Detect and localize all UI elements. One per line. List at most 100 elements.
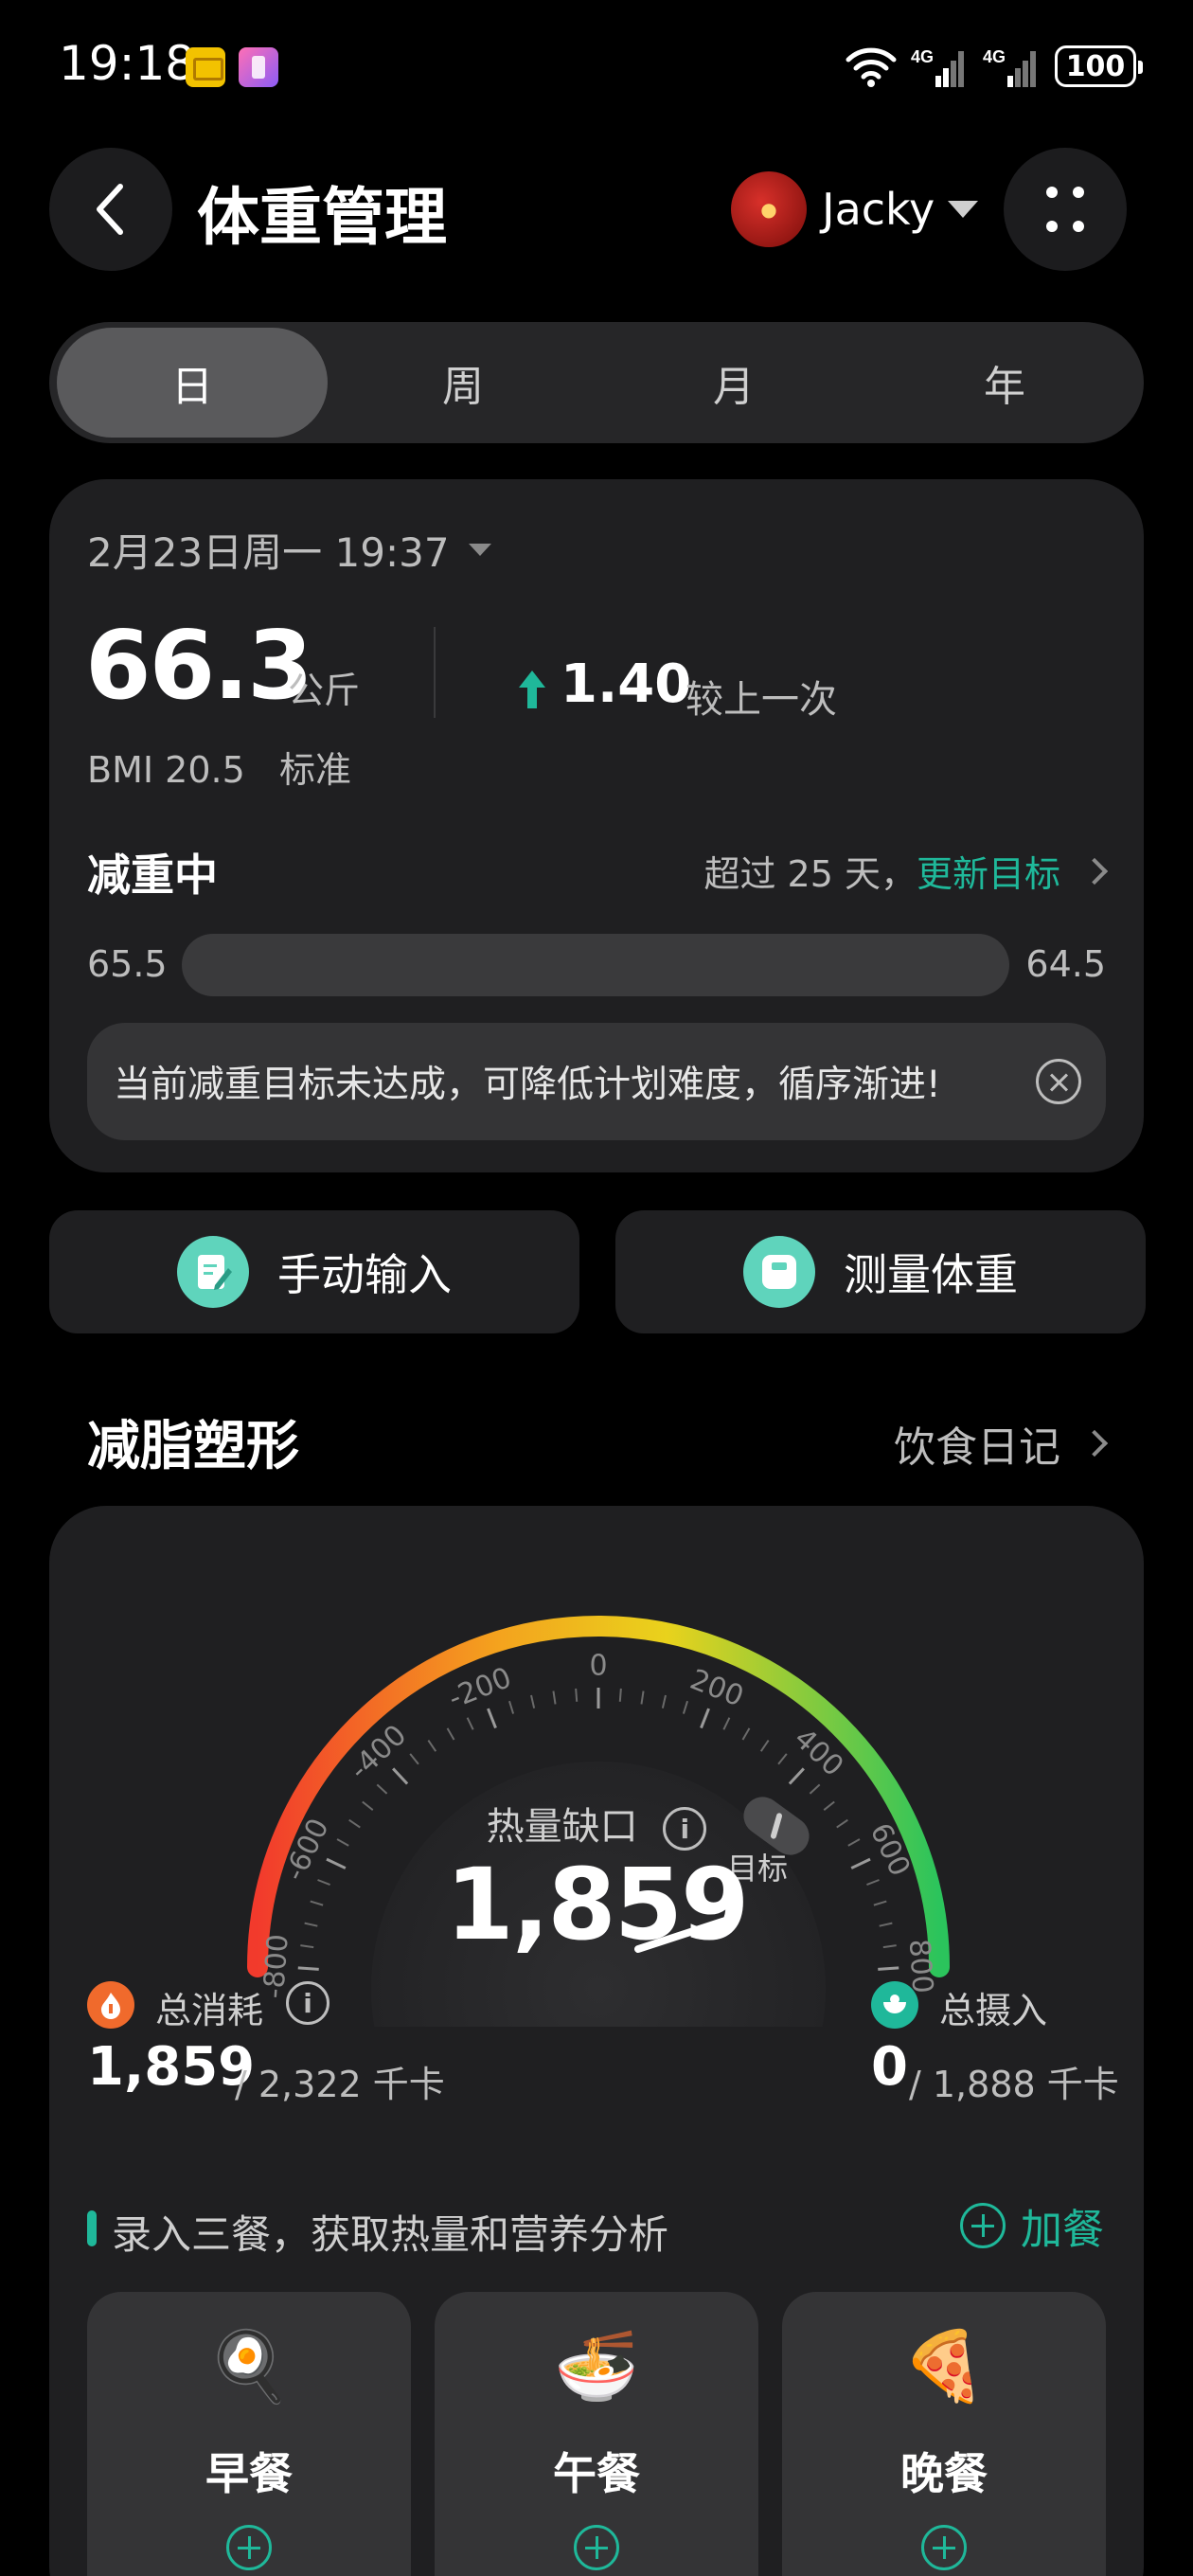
date-selector[interactable]: 2月23日周一 19:37	[87, 521, 491, 579]
total-burn-value: 1,859	[87, 2036, 256, 2098]
date-text: 2月23日周一 19:37	[87, 529, 450, 576]
gauge-tick	[446, 1727, 455, 1741]
avatar-logo: ●	[760, 198, 777, 221]
bmi-value: BMI 20.5	[87, 749, 245, 791]
bmi-status: 标准	[279, 749, 352, 791]
gauge-tick	[640, 1690, 645, 1705]
app-notification-icon	[239, 47, 278, 87]
back-button[interactable]	[49, 148, 172, 271]
plus-circle-icon[interactable]	[921, 2525, 967, 2570]
gauge-tick	[530, 1694, 536, 1708]
meal-label: 早餐	[205, 2448, 293, 2499]
gauge-tick	[409, 1753, 419, 1765]
tab-week[interactable]: 周	[328, 328, 598, 438]
page-title: 体重管理	[197, 181, 447, 254]
meal-label: 晚餐	[900, 2448, 988, 2499]
weight-card: 2月23日周一 19:37 66.3 公斤 1.40 较上一次 BMI 20.5…	[49, 479, 1144, 1172]
total-burn-target: / 2,322 千卡	[235, 2064, 445, 2105]
measure-weight-button[interactable]: 测量体重	[615, 1210, 1146, 1333]
plus-circle-icon	[960, 2203, 1006, 2248]
gauge-tick	[741, 1727, 751, 1741]
tip-text: 当前减重目标未达成，可降低计划难度，循序渐进!	[114, 1064, 941, 1106]
bmi-text: BMI 20.5 标准	[87, 741, 351, 793]
close-icon[interactable]	[1036, 1059, 1081, 1104]
tab-day[interactable]: 日	[57, 328, 328, 438]
meal-hint: 录入三餐，获取热量和营养分析	[112, 2211, 669, 2258]
gauge-tick	[487, 1708, 497, 1729]
goal-progress-bar	[182, 934, 1009, 996]
avatar: ●	[731, 171, 807, 247]
gauge-tick	[392, 1767, 409, 1785]
section-title: 减脂塑形	[87, 1416, 299, 1477]
more-options-button[interactable]	[1004, 148, 1127, 271]
info-icon[interactable]: i	[286, 1981, 329, 2025]
tab-month[interactable]: 月	[598, 328, 869, 438]
manual-input-label: 手动输入	[277, 1249, 452, 1300]
chevron-left-icon	[97, 184, 123, 235]
plus-circle-icon[interactable]	[574, 2525, 619, 2570]
gauge-tick	[297, 1966, 319, 1971]
accent-bar	[87, 2210, 97, 2246]
scale-icon	[743, 1236, 815, 1308]
gauge-tick	[682, 1700, 688, 1714]
calorie-gap-label-row: 热量缺口 i	[49, 1796, 1144, 1851]
range-end: 64.5	[1025, 943, 1106, 985]
chevron-right-icon	[1080, 1429, 1109, 1458]
noodle-bowl-icon: 🍜	[554, 2326, 639, 2406]
chevron-right-icon	[1080, 857, 1109, 885]
gauge-tick	[722, 1717, 731, 1730]
dots-grid-icon	[1046, 187, 1084, 232]
battery-icon: 100	[1055, 45, 1143, 87]
gauge-tick	[759, 1740, 770, 1752]
gauge-tick	[788, 1767, 805, 1785]
signal-label: 4G	[911, 47, 934, 66]
plus-circle-icon[interactable]	[226, 2525, 272, 2570]
gauge-tick	[618, 1688, 622, 1702]
diet-diary-label: 饮食日记	[894, 1423, 1060, 1472]
total-intake-value: 0	[871, 2036, 908, 2098]
info-icon[interactable]: i	[663, 1807, 707, 1851]
status-bar: 19:18 4G 4G 100	[0, 0, 1193, 133]
range-start: 65.5	[87, 943, 168, 985]
calorie-gap-label: 热量缺口	[486, 1805, 638, 1849]
gauge-tick	[466, 1717, 474, 1730]
weight-status: 减重中	[87, 850, 218, 901]
arrow-up-icon	[519, 671, 545, 708]
gauge-tick-label: 200	[686, 1663, 748, 1714]
period-tabs: 日 周 月 年	[49, 322, 1144, 443]
add-snack-button[interactable]: 加餐	[960, 2195, 1104, 2256]
gauge-tick-label: 0	[589, 1650, 607, 1683]
flame-icon	[87, 1981, 134, 2029]
meal-card-breakfast[interactable]: 🍳 早餐	[87, 2292, 411, 2576]
gauge-tick	[427, 1740, 437, 1752]
meal-card-dinner[interactable]: 🍕 晚餐	[782, 2292, 1106, 2576]
diet-diary-link[interactable]: 饮食日记	[894, 1413, 1109, 1474]
tab-year[interactable]: 年	[869, 328, 1140, 438]
mail-notification-icon	[186, 47, 225, 87]
status-time: 19:18	[59, 36, 196, 91]
bowl-icon	[871, 1981, 918, 2029]
cellular-signal-icon: 4G	[911, 47, 964, 87]
weight-value: 66.3	[85, 610, 313, 721]
tip-banner: 当前减重目标未达成，可降低计划难度，循序渐进!	[87, 1023, 1106, 1140]
add-snack-label: 加餐	[1021, 2206, 1104, 2254]
update-goal-link[interactable]: 超过 25 天， 更新目标	[703, 845, 1109, 897]
gauge-tick	[878, 1966, 899, 1971]
cellular-signal-icon: 4G	[983, 47, 1036, 87]
pizza-icon: 🍕	[901, 2326, 987, 2406]
weight-unit: 公斤	[288, 670, 361, 711]
system-icons: 4G 4G 100	[845, 42, 1143, 91]
total-intake-target: / 1,888 千卡	[909, 2064, 1119, 2105]
wifi-icon	[846, 47, 897, 87]
user-switcher[interactable]: ● Jacky	[731, 170, 979, 248]
gauge-tick	[575, 1688, 579, 1702]
caret-down-icon	[948, 201, 979, 218]
gauge-tick	[552, 1690, 557, 1705]
meal-card-lunch[interactable]: 🍜 午餐	[435, 2292, 758, 2576]
gauge-tick	[376, 1783, 388, 1795]
user-name: Jacky	[822, 184, 935, 235]
total-burn-label: 总消耗	[155, 1990, 264, 2031]
gauge-tick	[777, 1753, 788, 1765]
weight-change-value: 1.40	[561, 653, 692, 715]
manual-input-button[interactable]: 手动输入	[49, 1210, 579, 1333]
